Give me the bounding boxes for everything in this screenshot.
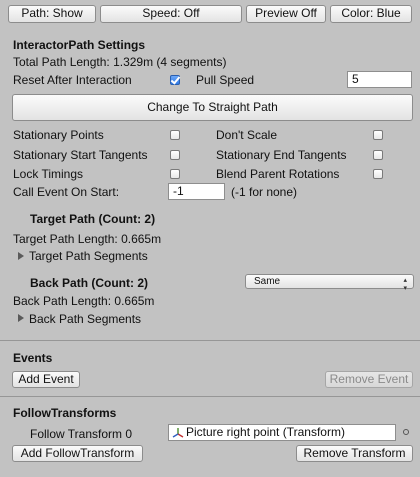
path-toggle-button[interactable]: Path: Show — [8, 5, 96, 23]
remove-transform-button[interactable]: Remove Transform — [296, 445, 413, 462]
target-path-header: Target Path (Count: 2) — [30, 212, 156, 226]
total-path-length: Total Path Length: 1.329m (4 segments) — [13, 55, 227, 69]
add-follow-transform-button[interactable]: Add FollowTransform — [12, 445, 143, 462]
dont-scale-label: Don't Scale — [216, 128, 277, 142]
back-path-segments-foldout[interactable]: Back Path Segments — [29, 312, 141, 326]
lock-timings-label: Lock Timings — [13, 167, 84, 181]
pull-speed-label: Pull Speed — [196, 73, 255, 87]
stationary-points-checkbox[interactable] — [170, 130, 180, 140]
call-event-on-start-input[interactable]: -1 — [168, 183, 225, 200]
stationary-end-tangents-label: Stationary End Tangents — [216, 148, 347, 162]
target-path-length: Target Path Length: 0.665m — [13, 232, 162, 246]
blend-parent-rotations-checkbox[interactable] — [373, 169, 383, 179]
target-path-segments-foldout-icon[interactable] — [18, 252, 24, 260]
speed-toggle-button[interactable]: Speed: Off — [100, 5, 242, 23]
back-path-mode-value: Same — [254, 276, 281, 287]
events-header: Events — [13, 351, 53, 365]
back-path-length: Back Path Length: 0.665m — [13, 294, 155, 308]
pull-speed-input[interactable]: 5 — [347, 71, 412, 88]
separator — [0, 396, 420, 397]
stationary-end-tangents-checkbox[interactable] — [373, 150, 383, 160]
change-to-straight-path-button[interactable]: Change To Straight Path — [12, 94, 413, 121]
follow-transform-0-value: Picture right point (Transform) — [186, 425, 345, 439]
transform-icon — [172, 428, 184, 438]
settings-header: InteractorPath Settings — [13, 38, 146, 52]
stationary-start-tangents-checkbox[interactable] — [170, 150, 180, 160]
add-event-button[interactable]: Add Event — [12, 371, 80, 388]
follow-transforms-header: FollowTransforms — [13, 406, 117, 420]
stationary-start-tangents-label: Stationary Start Tangents — [13, 148, 148, 162]
reset-after-interaction-label: Reset After Interaction — [13, 73, 132, 87]
reset-after-interaction-checkbox[interactable] — [170, 75, 180, 85]
call-event-on-start-label: Call Event On Start: — [13, 185, 120, 199]
dont-scale-checkbox[interactable] — [373, 130, 383, 140]
color-toggle-button[interactable]: Color: Blue — [330, 5, 412, 23]
dropdown-arrows-icon: ▴ ▾ — [403, 277, 407, 292]
stationary-points-label: Stationary Points — [13, 128, 104, 142]
back-path-header: Back Path (Count: 2) — [30, 276, 149, 290]
follow-transform-0-label: Follow Transform 0 — [30, 427, 133, 441]
remove-event-button: Remove Event — [325, 371, 413, 388]
blend-parent-rotations-label: Blend Parent Rotations — [216, 167, 340, 181]
preview-toggle-button[interactable]: Preview Off — [246, 5, 326, 23]
lock-timings-checkbox[interactable] — [170, 169, 180, 179]
separator — [0, 340, 420, 341]
follow-transform-0-field[interactable]: Picture right point (Transform) — [168, 424, 396, 441]
object-picker-icon[interactable] — [403, 429, 409, 435]
target-path-segments-foldout[interactable]: Target Path Segments — [29, 249, 148, 263]
back-path-mode-dropdown[interactable]: Same ▴ ▾ — [245, 274, 414, 292]
back-path-segments-foldout-icon[interactable] — [18, 314, 24, 322]
call-event-hint: (-1 for none) — [231, 185, 298, 199]
